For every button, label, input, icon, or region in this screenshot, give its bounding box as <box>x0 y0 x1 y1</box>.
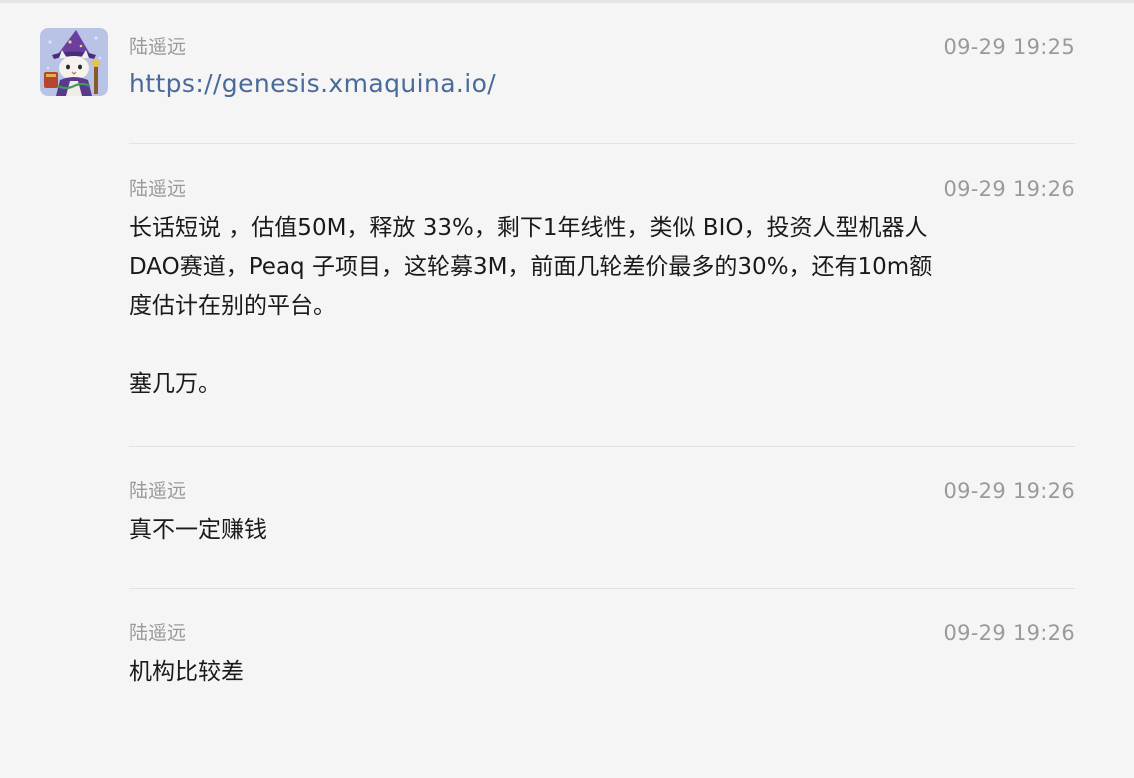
message-text[interactable]: 真不一定赚钱 <box>129 511 1075 550</box>
sender-name[interactable]: 陆遥远 <box>129 618 186 648</box>
message-text[interactable]: 长话短说 ，估值50M，释放 33%，剩下1年线性，类似 BIO，投资人型机器人… <box>129 209 1075 404</box>
sender-name[interactable]: 陆遥远 <box>129 174 186 204</box>
message-divider <box>129 588 1075 589</box>
avatar[interactable] <box>40 28 108 96</box>
sender-name[interactable]: 陆遥远 <box>129 32 186 62</box>
message-item: 陆遥远 09-29 19:26 机构比较差 <box>129 618 1075 692</box>
message-link[interactable]: https://genesis.xmaquina.io/ <box>129 65 496 103</box>
message-item: 陆遥远 09-29 19:26 真不一定赚钱 <box>129 476 1075 550</box>
message-item: 陆遥远 09-29 19:25 https://genesis.xmaquina… <box>129 32 1075 103</box>
message-header: 陆遥远 09-29 19:26 <box>129 174 1075 204</box>
message-timestamp: 09-29 19:26 <box>943 177 1075 201</box>
sender-name[interactable]: 陆遥远 <box>129 476 186 506</box>
message-timestamp: 09-29 19:26 <box>943 479 1075 503</box>
wizard-cat-avatar-icon <box>40 28 108 96</box>
message-text[interactable]: 机构比较差 <box>129 653 1075 692</box>
message-header: 陆遥远 09-29 19:25 <box>129 32 1075 62</box>
message-header: 陆遥远 09-29 19:26 <box>129 618 1075 648</box>
message-divider <box>129 143 1075 144</box>
message-item: 陆遥远 09-29 19:26 长话短说 ，估值50M，释放 33%，剩下1年线… <box>129 174 1075 404</box>
message-header: 陆遥远 09-29 19:26 <box>129 476 1075 506</box>
message-timestamp: 09-29 19:26 <box>943 621 1075 645</box>
message-list: 陆遥远 09-29 19:25 https://genesis.xmaquina… <box>0 0 1134 778</box>
message-divider <box>129 446 1075 447</box>
message-timestamp: 09-29 19:25 <box>943 35 1075 59</box>
